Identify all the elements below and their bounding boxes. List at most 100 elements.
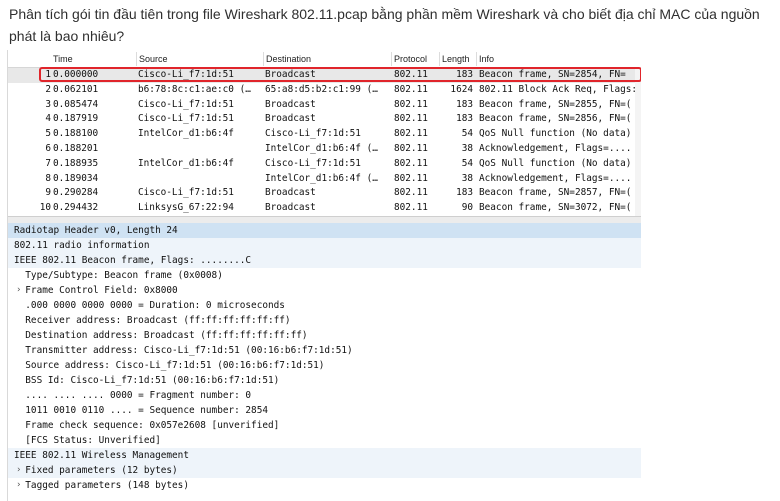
- packet-cell-no: 4: [45, 113, 51, 125]
- detail-line[interactable]: [FCS Status: Unverified]: [8, 433, 641, 448]
- packet-cell-len: 183: [456, 69, 473, 80]
- col-header-protocol[interactable]: Protocol: [394, 54, 427, 64]
- packet-cell-src: Cisco-Li_f7:1d:51: [138, 113, 234, 125]
- detail-text: Destination address: Broadcast (ff:ff:ff…: [14, 330, 308, 341]
- packet-cell-time: 0.294432: [53, 202, 99, 214]
- detail-text: [FCS Status: Unverified]: [14, 435, 161, 446]
- packet-cell-info: Acknowledgement, Flags=....: [479, 172, 632, 184]
- col-header-info[interactable]: Info: [479, 54, 494, 64]
- detail-line[interactable]: › Tagged parameters (148 bytes): [8, 478, 641, 493]
- detail-line[interactable]: IEEE 802.11 Wireless Management: [8, 448, 641, 463]
- packet-cell-len: 1624: [450, 83, 473, 95]
- detail-line[interactable]: Transmitter address: Cisco-Li_f7:1d:51 (…: [8, 343, 641, 358]
- col-header-length[interactable]: Length: [442, 54, 470, 64]
- packet-cell-len: 38: [461, 143, 473, 154]
- packet-cell-dst: Broadcast: [265, 113, 316, 125]
- packet-cell-info: QoS Null function (No data): [479, 128, 632, 140]
- packet-cell-proto: 802.11: [394, 113, 428, 125]
- detail-line[interactable]: BSS Id: Cisco-Li_f7:1d:51 (00:16:b6:f7:1…: [8, 373, 641, 388]
- packet-cell-dst: Broadcast: [265, 98, 316, 110]
- packet-cell-dst: IntelCor_d1:b6:4f (…: [265, 143, 378, 154]
- col-header-time[interactable]: Time: [53, 54, 73, 64]
- packet-cell-no: 6: [45, 143, 51, 154]
- packet-cell-len: 54: [461, 128, 473, 140]
- detail-text: Tagged parameters (148 bytes): [14, 480, 189, 491]
- packet-cell-proto: 802.11: [394, 157, 428, 169]
- detail-text: Transmitter address: Cisco-Li_f7:1d:51 (…: [14, 345, 353, 356]
- packet-cell-info: Beacon frame, SN=2855, FN=(: [479, 98, 632, 110]
- packet-cell-proto: 802.11: [394, 172, 428, 184]
- packet-cell-len: 183: [456, 187, 473, 199]
- packet-cell-src: Cisco-Li_f7:1d:51: [138, 98, 234, 110]
- packet-cell-src: LinksysG_67:22:94: [138, 202, 234, 214]
- packet-cell-no: 3: [45, 98, 51, 110]
- detail-text: Frame Control Field: 0x8000: [14, 285, 178, 296]
- detail-text: Receiver address: Broadcast (ff:ff:ff:ff…: [14, 315, 291, 326]
- packet-cell-time: 0.187919: [53, 113, 99, 125]
- packet-cell-info: Beacon frame, SN=2854, FN=: [479, 69, 626, 80]
- detail-line[interactable]: Frame check sequence: 0x057e2608 [unveri…: [8, 418, 641, 433]
- detail-line[interactable]: .... .... .... 0000 = Fragment number: 0: [8, 388, 641, 403]
- packet-cell-proto: 802.11: [394, 83, 428, 95]
- packet-cell-time: 0.062101: [53, 83, 99, 95]
- packet-row[interactable]: 2 0.062101 b6:78:8c:c1:ae:c0 (… 65:a8:d5:b2…: [8, 83, 641, 98]
- packet-cell-no: 1: [45, 69, 51, 80]
- packet-cell-dst: Cisco-Li_f7:1d:51: [265, 157, 361, 169]
- packet-row[interactable]: 1 0.000000 Cisco-Li_f7:1d:51 Broadcast 802.1…: [8, 68, 641, 83]
- packet-list-header: Time Source Destination Protocol Length …: [8, 50, 641, 68]
- packet-row[interactable]: 10 0.294432 LinksysG_67:22:94 Broadcast 802.…: [8, 201, 641, 216]
- detail-line[interactable]: › Fixed parameters (12 bytes): [8, 463, 641, 478]
- packet-cell-proto: 802.11: [394, 202, 428, 214]
- detail-text: .000 0000 0000 0000 = Duration: 0 micros…: [14, 300, 285, 311]
- detail-line[interactable]: › Frame Control Field: 0x8000: [8, 283, 641, 298]
- packet-cell-proto: 802.11: [394, 143, 428, 154]
- packet-cell-src: b6:78:8c:c1:ae:c0 (…: [138, 83, 251, 95]
- col-header-source[interactable]: Source: [139, 54, 168, 64]
- packet-cell-info: Acknowledgement, Flags=....: [479, 143, 632, 154]
- detail-line[interactable]: Type/Subtype: Beacon frame (0x0008): [8, 268, 641, 283]
- detail-text: BSS Id: Cisco-Li_f7:1d:51 (00:16:b6:f7:1…: [14, 375, 280, 386]
- detail-text: Type/Subtype: Beacon frame (0x0008): [14, 270, 223, 281]
- packet-row[interactable]: 7 0.188935 IntelCor_d1:b6:4f Cisco-Li_f7:1d…: [8, 157, 641, 172]
- packet-cell-no: 5: [45, 128, 51, 140]
- detail-line[interactable]: Destination address: Broadcast (ff:ff:ff…: [8, 328, 641, 343]
- packet-cell-len: 90: [461, 202, 473, 214]
- packet-row[interactable]: 3 0.085474 Cisco-Li_f7:1d:51 Broadcast 802.1…: [8, 98, 641, 113]
- question-text: Phân tích gói tin đầu tiên trong file Wi…: [9, 6, 760, 44]
- packet-row[interactable]: 8 0.189034 IntelCor_d1:b6:4f (… 802.11 38 Ack…: [8, 172, 641, 187]
- packet-cell-info: Beacon frame, SN=3072, FN=(: [479, 202, 632, 214]
- packet-cell-dst: Broadcast: [265, 69, 316, 80]
- packet-cell-dst: 65:a8:d5:b2:c1:99 (…: [265, 83, 378, 95]
- col-header-destination[interactable]: Destination: [266, 54, 311, 64]
- packet-row[interactable]: 5 0.188100 IntelCor_d1:b6:4f Cisco-Li_f7:1d…: [8, 127, 641, 142]
- packet-cell-no: 10: [39, 202, 51, 214]
- detail-line[interactable]: Source address: Cisco-Li_f7:1d:51 (00:16…: [8, 358, 641, 373]
- packet-cell-no: 9: [45, 187, 51, 199]
- detail-line[interactable]: IEEE 802.11 Beacon frame, Flags: .......…: [8, 253, 641, 268]
- packet-cell-time: 0.000000: [53, 69, 99, 80]
- detail-text: .... .... .... 0000 = Fragment number: 0: [14, 390, 252, 401]
- packet-row[interactable]: 6 0.188201 IntelCor_d1:b6:4f (… 802.11 38 Ack…: [8, 142, 641, 157]
- detail-text: 802.11 radio information: [14, 240, 150, 251]
- packet-list-scrollbar[interactable]: [635, 67, 641, 216]
- detail-line[interactable]: Radiotap Header v0, Length 24: [8, 223, 641, 238]
- packet-cell-proto: 802.11: [394, 128, 428, 140]
- detail-line[interactable]: 802.11 radio information: [8, 238, 641, 253]
- detail-line[interactable]: 1011 0010 0110 .... = Sequence number: 2…: [8, 403, 641, 418]
- packet-cell-time: 0.188935: [53, 157, 99, 169]
- packet-cell-dst: Broadcast: [265, 202, 316, 214]
- packet-cell-dst: Broadcast: [265, 187, 316, 199]
- packet-row[interactable]: 9 0.290284 Cisco-Li_f7:1d:51 Broadcast 802.1…: [8, 186, 641, 201]
- packet-row[interactable]: 4 0.187919 Cisco-Li_f7:1d:51 Broadcast 802.1…: [8, 112, 641, 127]
- packet-cell-time: 0.188100: [53, 128, 99, 140]
- packet-cell-time: 0.188201: [53, 143, 99, 154]
- detail-line[interactable]: .000 0000 0000 0000 = Duration: 0 micros…: [8, 298, 641, 313]
- packet-cell-proto: 802.11: [394, 69, 428, 80]
- detail-text: IEEE 802.11 Wireless Management: [14, 450, 189, 461]
- packet-cell-src: IntelCor_d1:b6:4f: [138, 157, 234, 169]
- packet-cell-src: Cisco-Li_f7:1d:51: [138, 69, 234, 80]
- detail-text: Source address: Cisco-Li_f7:1d:51 (00:16…: [14, 360, 325, 371]
- detail-line[interactable]: Receiver address: Broadcast (ff:ff:ff:ff…: [8, 313, 641, 328]
- packet-cell-src: Cisco-Li_f7:1d:51: [138, 187, 234, 199]
- packet-cell-no: 7: [45, 157, 51, 169]
